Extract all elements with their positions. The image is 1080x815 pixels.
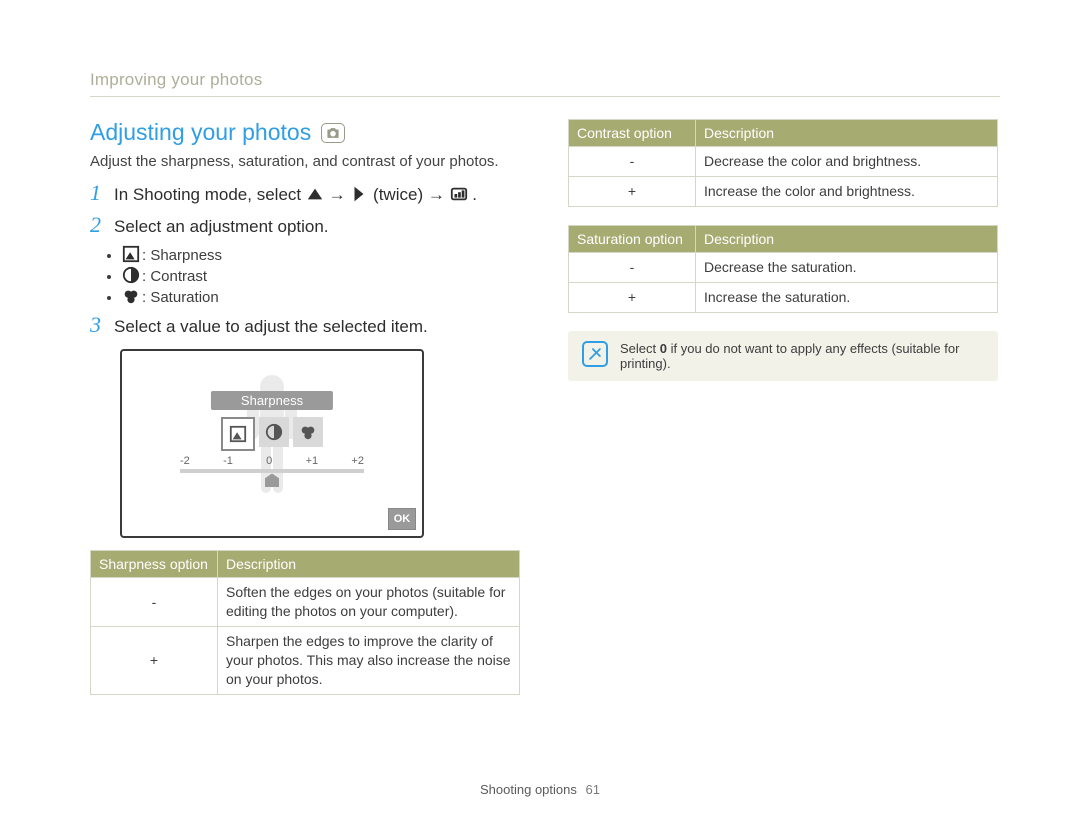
tick-label: -2 [180,455,190,467]
ok-button-icon: OK [388,508,416,530]
camera-lcd-illustration: Sharpness -2 -1 0 [120,349,424,538]
up-arrow-icon [306,185,324,203]
note-callout: Select 0 if you do not want to apply any… [568,331,998,381]
step-fragment: → [329,185,351,204]
footer-section: Shooting options [480,782,577,797]
step-2: 2 Select an adjustment option. [90,214,520,239]
scale-ticks: -2 -1 0 +1 +2 [180,455,364,467]
option-cell: - [569,147,696,177]
adjustment-options-list: : Sharpness : Contrast : Saturation [122,245,520,306]
option-cell: + [91,627,218,695]
page-number: 61 [586,782,600,797]
step-text: Select an adjustment option. [114,216,329,239]
title-text: Adjusting your photos [90,119,311,146]
table-header: Description [218,551,520,578]
step-fragment: In Shooting mode, select [114,185,306,204]
right-column: Contrast option Description - Decrease t… [568,119,998,713]
contrast-table: Contrast option Description - Decrease t… [568,119,998,207]
breadcrumb: Improving your photos [90,70,1000,90]
page-footer: Shooting options 61 [0,782,1080,797]
table-row: - Decrease the color and brightness. [569,147,998,177]
right-chevron-icon [350,185,368,203]
list-item-label: : Contrast [142,268,207,285]
list-item: : Contrast [122,266,520,285]
table-row: - Soften the edges on your photos (suita… [91,578,520,627]
left-column: Adjusting your photos Adjust the sharpne… [90,119,520,713]
table-header: Contrast option [569,120,696,147]
saturation-icon [122,287,140,305]
note-fragment: Select [620,341,660,356]
step-text: Select a value to adjust the selected it… [114,316,428,339]
lcd-icon-row [221,417,323,451]
divider [90,96,1000,97]
scale-track [180,469,364,473]
option-cell: - [569,252,696,282]
table-header: Description [696,120,998,147]
table-header: Description [696,225,998,252]
contrast-icon [259,417,289,447]
step-number: 3 [90,314,104,336]
contrast-icon [122,266,140,284]
table-header: Sharpness option [91,551,218,578]
sharpness-icon [122,245,140,263]
page-title: Adjusting your photos [90,119,520,146]
list-item-label: : Sharpness [142,247,222,264]
table-row: + Sharpen the edges to improve the clari… [91,627,520,695]
step-1: 1 In Shooting mode, select → (twice) → . [90,182,520,207]
description-cell: Decrease the saturation. [696,252,998,282]
table-header: Saturation option [569,225,696,252]
step-fragment: . [472,185,477,204]
tick-label: 0 [266,455,272,467]
description-cell: Increase the color and brightness. [696,176,998,206]
lcd-label: Sharpness [211,391,333,410]
manual-page: Improving your photos Adjusting your pho… [0,0,1080,815]
description-cell: Sharpen the edges to improve the clarity… [218,627,520,695]
note-text: Select 0 if you do not want to apply any… [620,341,984,371]
intro-text: Adjust the sharpness, saturation, and co… [90,152,520,172]
note-bold: 0 [660,341,667,356]
description-cell: Decrease the color and brightness. [696,147,998,177]
camera-mode-icon [321,123,345,143]
note-fragment: if you do not want to apply any effects … [620,341,959,371]
table-row: + Increase the saturation. [569,282,998,312]
step-fragment: (twice) → [373,185,450,204]
table-row: + Increase the color and brightness. [569,176,998,206]
adjust-icon [450,185,468,203]
saturation-icon [293,417,323,447]
option-cell: + [569,282,696,312]
tick-label: +2 [351,455,364,467]
option-cell: - [91,578,218,627]
note-icon [582,341,608,367]
description-cell: Soften the edges on your photos (suitabl… [218,578,520,627]
sharpness-table: Sharpness option Description - Soften th… [90,550,520,694]
step-number: 1 [90,182,104,204]
option-cell: + [569,176,696,206]
description-cell: Increase the saturation. [696,282,998,312]
step-text: In Shooting mode, select → (twice) → . [114,184,477,207]
list-item-label: : Saturation [142,289,219,306]
tick-label: -1 [223,455,233,467]
step-number: 2 [90,214,104,236]
step-3: 3 Select a value to adjust the selected … [90,314,520,339]
saturation-table: Saturation option Description - Decrease… [568,225,998,313]
sharpness-icon [221,417,255,451]
two-column-layout: Adjusting your photos Adjust the sharpne… [90,119,1000,713]
list-item: : Sharpness [122,245,520,264]
table-row: - Decrease the saturation. [569,252,998,282]
list-item: : Saturation [122,287,520,306]
adjustment-scale: -2 -1 0 +1 +2 [180,455,364,473]
tick-label: +1 [306,455,319,467]
